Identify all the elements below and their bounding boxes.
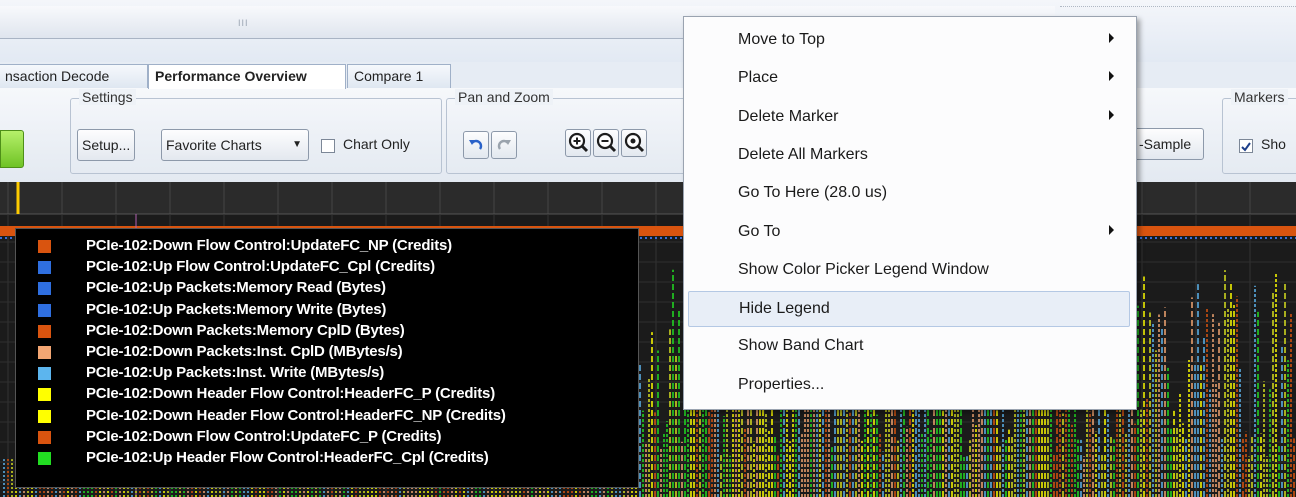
sample-button[interactable]: -Sample (1134, 128, 1204, 160)
legend-swatch (38, 367, 51, 381)
submenu-arrow-icon (1109, 109, 1114, 120)
legend-label: PCIe-102:Down Header Flow Control:Header… (86, 406, 506, 424)
legend-swatch (38, 324, 51, 338)
undo-button[interactable] (463, 131, 489, 159)
legend-label: PCIe-102:Up Packets:Inst. Write (MBytes/… (86, 364, 385, 382)
chevron-down-icon: ▼ (292, 139, 302, 150)
menu-item-place[interactable]: Place (688, 61, 1130, 97)
markers-group-title: Markers (1231, 89, 1288, 105)
legend-label: PCIe-102:Down Packets:Inst. CplD (MBytes… (86, 343, 403, 360)
legend-label: PCIe-102:Down Flow Control:UpdateFC_NP (… (86, 237, 452, 254)
menu-item-label: Move to Top (738, 31, 825, 48)
submenu-arrow-icon (1109, 224, 1114, 235)
menu-item-show-color-picker-legend-window[interactable]: Show Color Picker Legend Window (688, 253, 1130, 289)
menu-item-go-to-here-28-0-us[interactable]: Go To Here (28.0 us) (688, 176, 1130, 212)
zoom-out-button[interactable] (593, 129, 619, 157)
zoom-in-icon (568, 132, 589, 153)
settings-group: Settings Setup... Favorite Charts ▼ Char… (70, 89, 442, 174)
legend-label: PCIe-102:Up Packets:Memory Read (Bytes) (86, 279, 386, 297)
legend-label: PCIe-102:Down Header Flow Control:Header… (86, 385, 495, 403)
menu-item-label: Delete Marker (738, 107, 839, 125)
menu-item-label: Show Band Chart (738, 337, 864, 355)
zoom-fit-button[interactable] (621, 129, 647, 157)
menu-item-properties[interactable]: Properties... (688, 368, 1130, 404)
undo-icon (469, 139, 483, 150)
menu-item-label: Properties... (738, 375, 825, 393)
legend-label: PCIe-102:Up Header Flow Control:HeaderFC… (86, 449, 489, 466)
legend-swatch (38, 240, 51, 253)
checkmark-icon (1241, 142, 1251, 152)
menu-item-label: Delete All Markers (738, 145, 868, 163)
menu-item-label: Go To (738, 222, 781, 240)
tab-performance-overview[interactable]: Performance Overview (148, 64, 346, 89)
zoom-out-icon (596, 132, 617, 153)
submenu-arrow-icon (1109, 33, 1114, 43)
legend-label: PCIe-102:Up Flow Control:UpdateFC_Cpl (C… (86, 258, 435, 276)
legend-label: PCIe-102:Down Packets:Memory CplD (Bytes… (86, 321, 405, 339)
show-markers-label: Sho (1261, 136, 1286, 152)
context-menu: Move to Top Place Delete Marker Delete All … (683, 16, 1137, 410)
favorite-charts-dropdown[interactable]: Favorite Charts ▼ (161, 129, 309, 161)
favorite-charts-label: Favorite Charts (166, 137, 262, 153)
tab-compare-1[interactable]: Compare 1 (347, 64, 451, 88)
settings-group-title: Settings (79, 89, 136, 105)
menu-item-delete-marker[interactable]: Delete Marker (688, 100, 1130, 136)
menu-item-show-band-chart[interactable]: Show Band Chart (688, 329, 1130, 365)
zoom-in-button[interactable] (565, 129, 591, 157)
pan-zoom-group: Pan and Zoom (446, 89, 686, 174)
redo-icon (497, 139, 511, 150)
tab-transaction-decode[interactable]: nsaction Decode (0, 64, 148, 88)
menu-item-label: Show Color Picker Legend Window (738, 260, 989, 278)
legend-label: PCIe-102:Down Flow Control:UpdateFC_P (C… (86, 427, 442, 445)
markers-group: Markers Sho (1222, 89, 1296, 174)
legend-swatch (38, 346, 51, 359)
run-button[interactable] (0, 130, 24, 168)
legend-swatch (38, 452, 51, 465)
menu-item-hide-legend[interactable]: Hide Legend (688, 291, 1130, 328)
pan-zoom-group-title: Pan and Zoom (455, 89, 553, 105)
legend-swatch (38, 409, 51, 423)
setup-button[interactable]: Setup... (77, 129, 136, 161)
legend-swatch (38, 261, 51, 275)
redo-button[interactable] (491, 131, 517, 159)
legend-swatch (38, 303, 51, 317)
zoom-fit-icon (624, 132, 645, 153)
dotted-divider (1060, 6, 1296, 7)
splitter-grip[interactable]: III (238, 18, 249, 28)
legend-swatch (38, 282, 51, 296)
menu-item-label: Hide Legend (739, 300, 830, 318)
legend-label: PCIe-102:Up Packets:Memory Write (Bytes) (86, 300, 387, 318)
legend-swatch (38, 388, 51, 402)
chart-only-checkbox[interactable] (321, 139, 335, 153)
submenu-arrow-icon (1109, 71, 1114, 82)
chart-only-label: Chart Only (343, 136, 410, 152)
menu-item-label: Go To Here (28.0 us) (738, 184, 888, 202)
legend-swatch (38, 430, 51, 444)
menu-item-go-to[interactable]: Go To (688, 215, 1130, 251)
menu-item-move-to-top[interactable]: Move to Top (688, 23, 1130, 59)
menu-item-delete-all-markers[interactable]: Delete All Markers (688, 138, 1130, 174)
show-markers-checkbox[interactable] (1239, 139, 1253, 153)
chart-legend[interactable]: PCIe-102:Down Flow Control:UpdateFC_NP (… (15, 228, 639, 488)
menu-item-label: Place (738, 69, 779, 87)
